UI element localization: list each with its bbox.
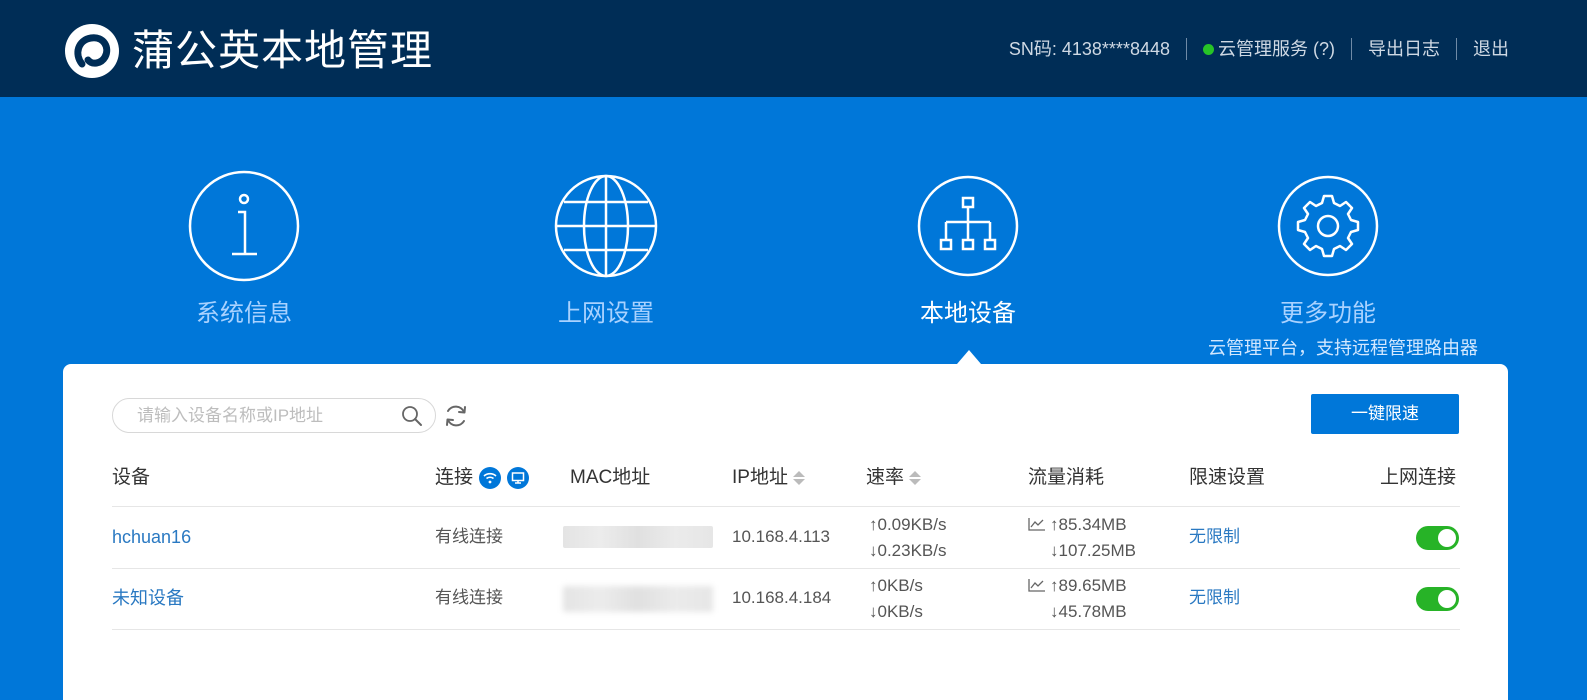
search-icon[interactable] — [401, 405, 423, 427]
nav-network-settings[interactable]: 上网设置 — [486, 170, 726, 330]
divider — [112, 629, 1460, 630]
traffic-up: ↑89.65MB — [1028, 573, 1127, 599]
traffic-up-value: ↑85.34MB — [1050, 515, 1127, 534]
top-header: 蒲公英本地管理 SN码: 4138****8448 云管理服务 (?) 导出日志… — [0, 0, 1587, 97]
device-name-link[interactable]: hchuan16 — [112, 524, 191, 550]
sort-icon[interactable] — [792, 471, 805, 485]
nav-local-devices[interactable]: 本地设备 — [848, 170, 1088, 330]
device-name-link[interactable]: 未知设备 — [112, 585, 184, 611]
table-row: 未知设备 有线连接 10.168.4.184 ↑0KB/s ↓0KB/s ↑89… — [63, 569, 1508, 629]
connection-type: 有线连接 — [435, 527, 503, 546]
speed-down: ↓0KB/s — [869, 602, 923, 621]
wifi-filter-icon[interactable] — [479, 467, 502, 489]
limit-setting-link[interactable]: 无限制 — [1189, 524, 1240, 550]
gear-icon — [1277, 175, 1379, 277]
nav-label: 本地设备 — [920, 300, 1016, 327]
nav-label: 更多功能 — [1280, 300, 1376, 327]
traffic-down: ↓107.25MB — [1050, 541, 1136, 560]
ip-address: 10.168.4.113 — [732, 527, 830, 546]
header-limit: 限速设置 — [1189, 464, 1265, 492]
app-title: 蒲公英本地管理 — [132, 27, 434, 74]
sort-icon[interactable] — [908, 471, 922, 485]
search-box — [112, 398, 436, 433]
export-log-link[interactable]: 导出日志 — [1352, 37, 1456, 61]
logout-link[interactable]: 退出 — [1457, 37, 1525, 61]
header-label: 限速设置 — [1189, 467, 1266, 488]
cloud-service-link[interactable]: 云管理服务 (?) — [1187, 37, 1351, 61]
cloud-status-dot — [1203, 44, 1214, 55]
speed-down: ↓0.23KB/s — [869, 541, 947, 560]
header-ip[interactable]: IP地址 — [732, 464, 805, 492]
nav-label: 系统信息 — [196, 300, 292, 327]
header-traffic: 流量消耗 — [1028, 464, 1104, 492]
traffic-down: ↓45.78MB — [1050, 602, 1127, 621]
mac-address-redacted — [563, 526, 713, 548]
speed-up: ↑0KB/s — [869, 576, 923, 595]
traffic-up-value: ↑89.65MB — [1050, 576, 1127, 595]
header-online: 上网连接 — [1380, 464, 1456, 492]
header-label: 上网连接 — [1380, 467, 1457, 488]
network-tree-icon — [917, 175, 1019, 277]
connection-type: 有线连接 — [435, 588, 503, 607]
table-row: hchuan16 有线连接 10.168.4.113 ↑0.09KB/s ↓0.… — [63, 508, 1508, 568]
active-tab-caret — [957, 350, 981, 364]
device-panel: 一键限速 设备 连接 MAC地址 IP地址 速率 流量消耗 限速设置 上网连接 … — [63, 364, 1508, 700]
limit-setting-link[interactable]: 无限制 — [1189, 585, 1240, 611]
header-label: IP地址 — [732, 467, 788, 488]
serial-number: SN码: 4138****8448 — [1008, 39, 1170, 59]
search-input[interactable] — [137, 405, 387, 427]
top-nav: SN码: 4138****8448 云管理服务 (?) 导出日志 退出 — [993, 36, 1525, 62]
nav-label: 上网设置 — [558, 300, 654, 327]
traffic-chart-icon[interactable] — [1028, 517, 1046, 531]
speed-up: ↑0.09KB/s — [869, 515, 947, 534]
header-speed[interactable]: 速率 — [866, 464, 922, 492]
header-label: 设备 — [112, 467, 151, 488]
header-label: 速率 — [866, 467, 905, 488]
header-mac: MAC地址 — [570, 464, 650, 492]
ip-address: 10.168.4.184 — [732, 588, 832, 607]
online-toggle[interactable] — [1416, 526, 1459, 550]
wired-filter-icon[interactable] — [507, 467, 530, 489]
nav-more-features[interactable]: 更多功能 云管理平台，支持远程管理路由器 — [1208, 170, 1478, 360]
header-connection: 连接 — [435, 464, 530, 492]
info-icon — [188, 170, 300, 282]
header-label: MAC地址 — [570, 467, 651, 488]
cloud-service-label: 云管理服务 (?) — [1218, 39, 1335, 59]
traffic-chart-icon[interactable] — [1028, 578, 1046, 592]
divider — [112, 506, 1460, 507]
globe-icon — [554, 174, 658, 278]
nav-system-info[interactable]: 系统信息 — [124, 170, 364, 330]
mac-address-redacted — [563, 586, 713, 612]
online-toggle[interactable] — [1416, 587, 1459, 611]
traffic-up: ↑85.34MB — [1028, 512, 1127, 538]
header-label: 流量消耗 — [1028, 467, 1105, 488]
nav-subtitle: 云管理平台，支持远程管理路由器 — [1208, 338, 1478, 358]
refresh-icon[interactable] — [443, 403, 469, 429]
header-label: 连接 — [435, 467, 474, 488]
header-device: 设备 — [112, 464, 150, 492]
dandelion-logo-icon — [65, 24, 119, 78]
limit-all-button[interactable]: 一键限速 — [1311, 394, 1459, 434]
